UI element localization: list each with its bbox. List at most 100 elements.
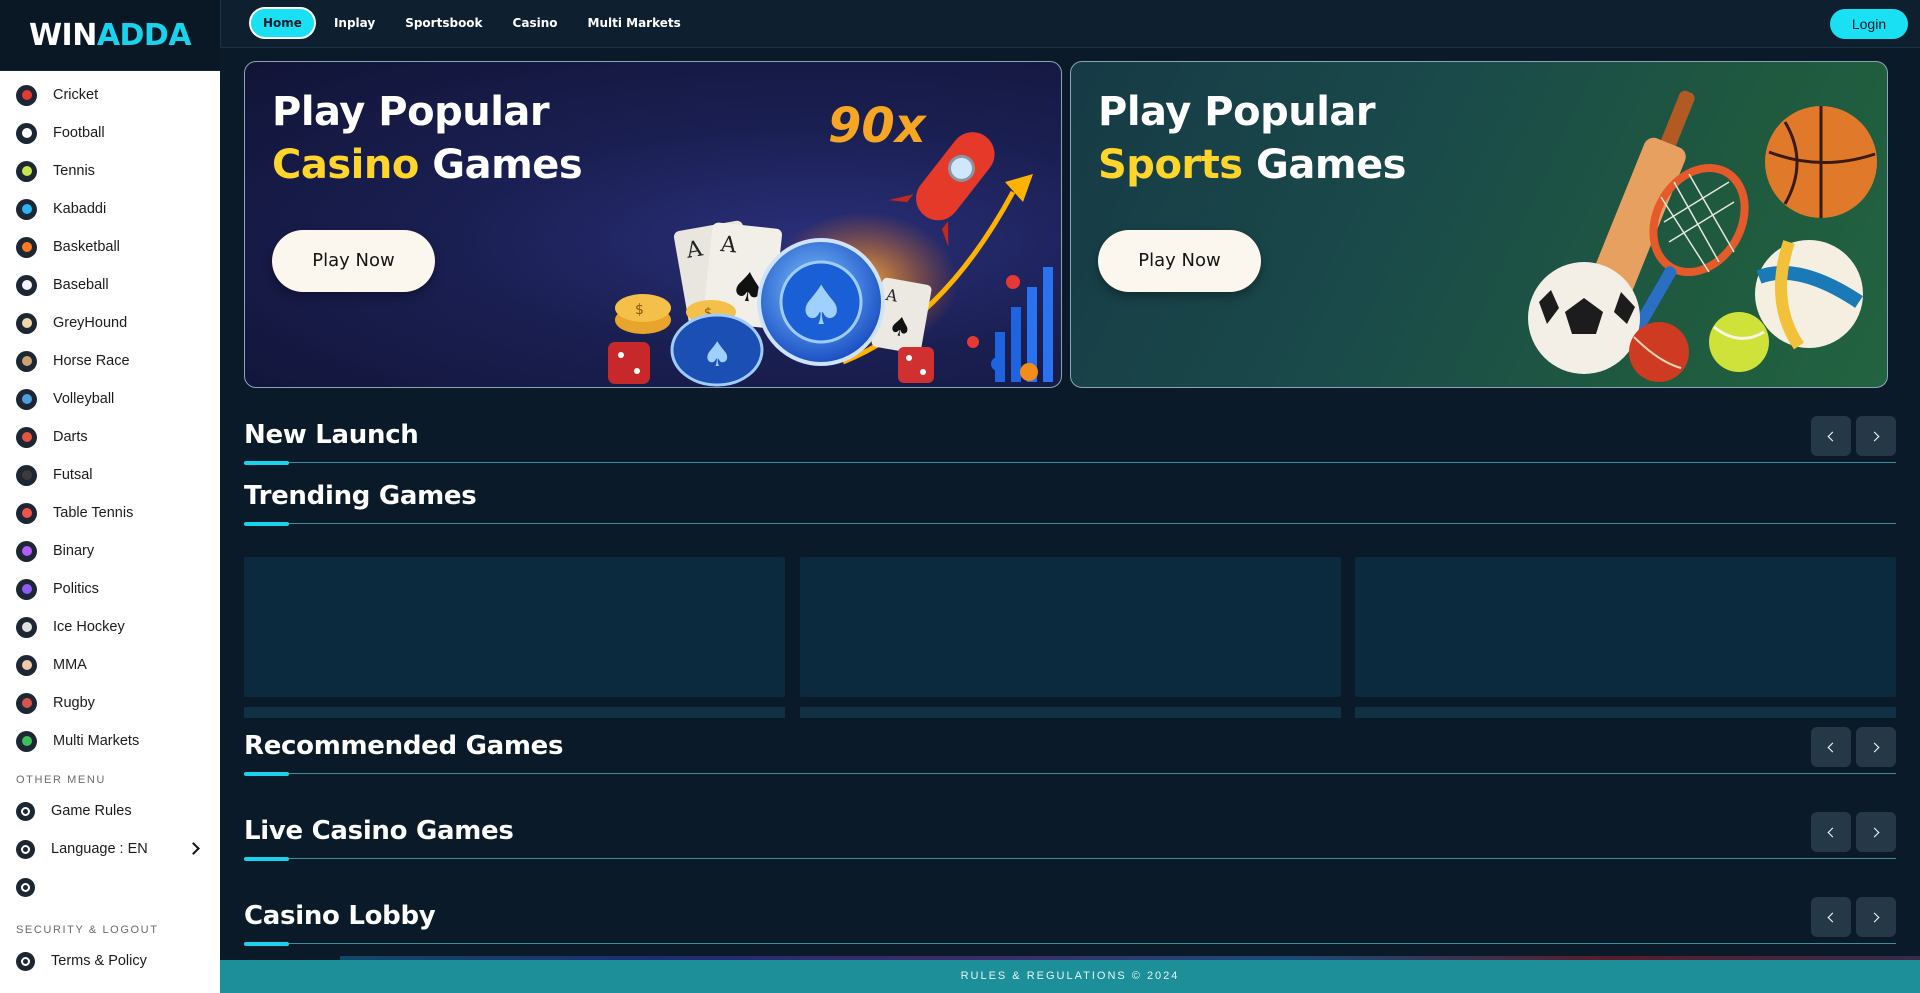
- nav-tab-inplay[interactable]: Inplay: [322, 7, 387, 39]
- basketball-icon-glyph: [21, 242, 32, 252]
- sidebar-item-label: Horse Race: [53, 353, 130, 369]
- sidebar-item-multi-markets[interactable]: Multi Markets: [0, 722, 220, 760]
- kabaddi-icon: [16, 198, 37, 220]
- cricket-ball-icon-glyph: [21, 90, 32, 100]
- sports-title-rest: Games: [1242, 142, 1406, 188]
- section-accent: [244, 461, 289, 465]
- recommended-next-button[interactable]: [1856, 727, 1896, 767]
- basketball-icon: [16, 236, 37, 258]
- login-button[interactable]: Login: [1830, 9, 1908, 39]
- sidebar-item-cricket[interactable]: Cricket: [0, 76, 220, 114]
- sports-play-now-button[interactable]: Play Now: [1098, 230, 1261, 292]
- casino-title-line1: Play Popular: [272, 89, 550, 135]
- multi-markets-icon-glyph: [21, 736, 32, 746]
- new-launch-prev-button[interactable]: [1811, 416, 1851, 456]
- theme-toggle-icon: [16, 877, 35, 897]
- sidebar-item-baseball[interactable]: Baseball: [0, 266, 220, 304]
- security-menu: Terms & Policy: [0, 942, 220, 980]
- sidebar-item-basketball[interactable]: Basketball: [0, 228, 220, 266]
- menu-item-language-en[interactable]: Language : EN: [0, 830, 220, 868]
- multiplier-text: 90x: [828, 98, 928, 154]
- sidebar-item-tennis[interactable]: Tennis: [0, 152, 220, 190]
- live-casino-arrows: [1806, 812, 1896, 852]
- kabaddi-icon-glyph: [21, 204, 32, 214]
- sidebar-item-kabaddi[interactable]: Kabaddi: [0, 190, 220, 228]
- futsal-icon-glyph: [21, 470, 32, 480]
- sidebar-item-darts[interactable]: Darts: [0, 418, 220, 456]
- section-accent: [244, 857, 289, 861]
- menu-item-game-rules[interactable]: Game Rules: [0, 792, 220, 830]
- sidebar-item-label: Baseball: [53, 277, 109, 293]
- logo: WINADDA: [28, 17, 192, 53]
- top-navigation: Home Inplay Sportsbook Casino Multi Markets …: [220, 0, 1920, 48]
- nav-tab-home[interactable]: Home: [249, 7, 316, 39]
- sidebar-item-mma[interactable]: MMA: [0, 646, 220, 684]
- sidebar-item-label: Multi Markets: [53, 733, 140, 749]
- tennis-ball-icon-glyph: [21, 166, 32, 176]
- sidebar-item-football[interactable]: Football: [0, 114, 220, 152]
- sidebar-item-binary[interactable]: Binary: [0, 532, 220, 570]
- rugby-icon: [16, 692, 37, 714]
- chevron-right-icon[interactable]: [187, 842, 200, 855]
- volleyball-icon-glyph: [21, 394, 32, 404]
- sidebar-item-table-tennis[interactable]: Table Tennis: [0, 494, 220, 532]
- game-card-placeholder[interactable]: [244, 557, 785, 697]
- shield-icon-glyph: [21, 956, 30, 966]
- recommended-title: Recommended Games: [244, 731, 564, 761]
- chevron-right-icon: [1869, 742, 1880, 752]
- sports-title-line1: Play Popular: [1098, 89, 1376, 135]
- sidebar-item-ice-hockey[interactable]: Ice Hockey: [0, 608, 220, 646]
- section-divider: [244, 943, 1896, 944]
- sidebar-item-label: Cricket: [53, 87, 99, 103]
- casino-banner[interactable]: A ♠ A ♠ A ♠ $ $ ♠ ♠: [244, 61, 1062, 388]
- greyhound-icon-glyph: [21, 318, 32, 328]
- security-heading: SECURITY & LOGOUT: [16, 924, 159, 936]
- sidebar-item-label: Kabaddi: [53, 201, 107, 217]
- recommended-section: Recommended Games: [244, 727, 1896, 776]
- live-casino-prev-button[interactable]: [1811, 812, 1851, 852]
- logo-text-win: WIN: [28, 17, 97, 53]
- trending-title: Trending Games: [244, 481, 477, 511]
- nav-tab-casino[interactable]: Casino: [501, 7, 570, 39]
- new-launch-title: New Launch: [244, 420, 419, 450]
- casino-lobby-next-button[interactable]: [1856, 897, 1896, 937]
- rugby-icon-glyph: [21, 698, 32, 708]
- darts-icon: [16, 426, 37, 448]
- casino-lobby-prev-button[interactable]: [1811, 897, 1851, 937]
- section-accent: [244, 942, 289, 946]
- sidebar-item-label: Volleyball: [53, 391, 115, 407]
- game-card-placeholder[interactable]: [1355, 557, 1896, 697]
- game-card-placeholder-caption: [800, 707, 1341, 718]
- svg-text:♠: ♠: [702, 335, 732, 375]
- sidebar-item-label: Rugby: [53, 695, 95, 711]
- game-card-placeholder[interactable]: [800, 557, 1341, 697]
- sidebar-item-politics[interactable]: Politics: [0, 570, 220, 608]
- globe-icon-glyph: [21, 844, 30, 854]
- nav-tab-multi-markets[interactable]: Multi Markets: [576, 7, 693, 39]
- recommended-arrows: [1806, 727, 1896, 767]
- multi-markets-icon: [16, 730, 37, 752]
- live-casino-next-button[interactable]: [1856, 812, 1896, 852]
- sidebar-item-label: Politics: [53, 581, 99, 597]
- sidebar-item-volleyball[interactable]: Volleyball: [0, 380, 220, 418]
- sidebar-item-futsal[interactable]: Futsal: [0, 456, 220, 494]
- chevron-left-icon: [1827, 827, 1838, 837]
- new-launch-next-button[interactable]: [1856, 416, 1896, 456]
- sidebar-item-horse-race[interactable]: Horse Race: [0, 342, 220, 380]
- footer[interactable]: RULES & REGULATIONS © 2024: [220, 960, 1920, 993]
- menu-item-label: Language : EN: [51, 841, 148, 857]
- mma-icon-glyph: [21, 660, 32, 670]
- futsal-icon: [16, 464, 37, 486]
- menu-item-terms-policy[interactable]: Terms & Policy: [0, 942, 220, 980]
- recommended-prev-button[interactable]: [1811, 727, 1851, 767]
- menu-item-theme-toggle[interactable]: [0, 868, 220, 906]
- sidebar-item-greyhound[interactable]: GreyHound: [0, 304, 220, 342]
- nav-tab-sportsbook[interactable]: Sportsbook: [393, 7, 494, 39]
- logo-area[interactable]: WINADDA: [0, 0, 220, 71]
- sports-banner[interactable]: Play Popular Sports Games Play Now: [1070, 61, 1888, 388]
- casino-play-now-button[interactable]: Play Now: [272, 230, 435, 292]
- table-tennis-icon-glyph: [21, 508, 32, 518]
- sidebar-item-rugby[interactable]: Rugby: [0, 684, 220, 722]
- baseball-icon-glyph: [21, 280, 32, 290]
- politics-icon: [16, 578, 37, 600]
